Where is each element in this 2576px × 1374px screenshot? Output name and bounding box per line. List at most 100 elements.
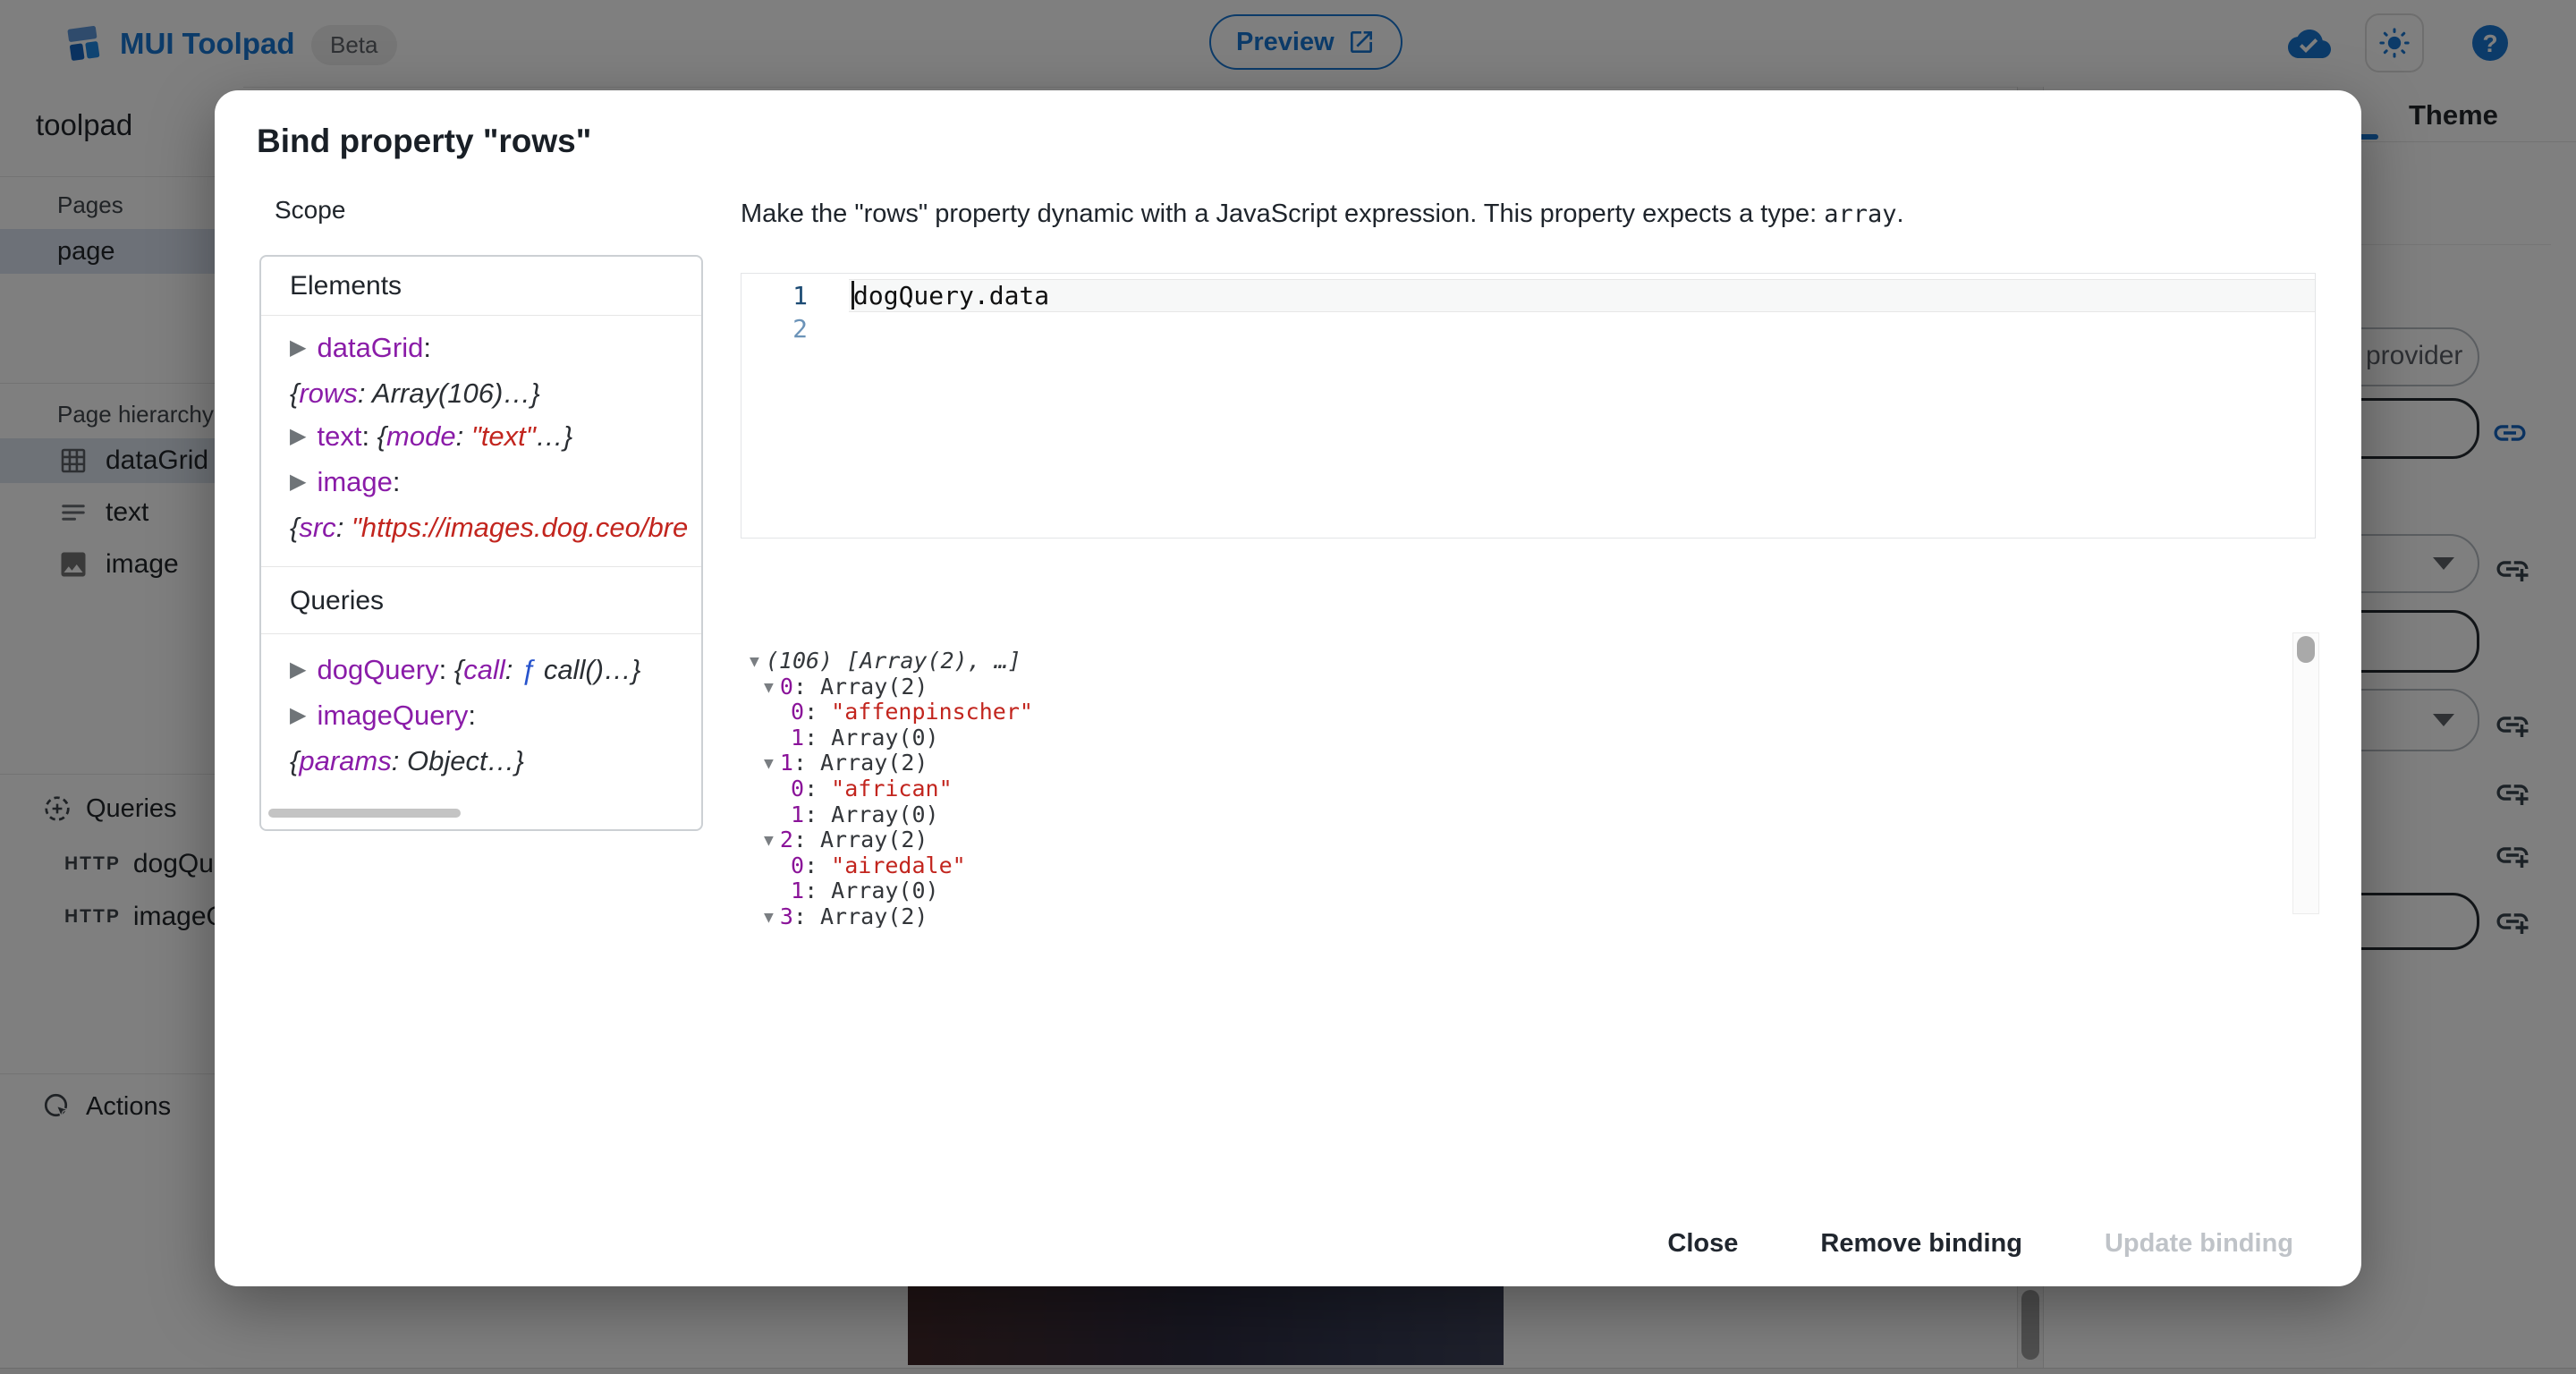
tree-text: :: [336, 512, 352, 543]
scope-tree-line[interactable]: ▶imageQuery:: [290, 694, 701, 740]
preview-tree-row[interactable]: ▼2: Array(2): [741, 827, 2292, 853]
expected-type: array: [1824, 200, 1896, 228]
preview-tree-row[interactable]: 1: Array(0): [741, 802, 2292, 828]
tree-text: src: [299, 512, 335, 543]
preview-tree-text: : Array(0): [804, 725, 939, 751]
preview-tree-text: : Array(2): [793, 903, 928, 928]
tree-text: rows: [299, 377, 357, 409]
editor-line[interactable]: 1 dogQuery.data: [741, 279, 2315, 312]
editor-line[interactable]: 2: [741, 312, 2315, 345]
preview-tree-text: "african": [831, 776, 952, 802]
preview-tree-row[interactable]: 0: "african": [741, 776, 2292, 802]
preview-tree-row[interactable]: 1: Array(0): [741, 725, 2292, 751]
toolpad-app: MUI Toolpad Beta Preview ? toolpad Pages…: [0, 0, 2576, 1374]
preview-tree-text: :: [804, 699, 831, 725]
tree-text: : Array(106)…}: [358, 377, 540, 409]
tree-text: mode: [386, 420, 456, 452]
expand-arrow-icon[interactable]: ▶: [290, 415, 306, 458]
js-expression-editor[interactable]: 1 dogQuery.data 2: [741, 273, 2316, 539]
scope-tree-line[interactable]: {rows: Array(106)…}: [290, 372, 701, 415]
preview-scrollbar-thumb[interactable]: [2297, 636, 2315, 663]
close-button[interactable]: Close: [1640, 1217, 1765, 1271]
tree-text: : Object…}: [392, 745, 524, 776]
preview-tree-text: :: [804, 852, 831, 878]
dialog-description: Make the "rows" property dynamic with a …: [741, 199, 1904, 229]
result-preview-tree: ▼(106) [Array(2), …]▼0: Array(2)0: "affe…: [741, 638, 2292, 928]
scope-tree-line[interactable]: ▶dogQuery: {call: ƒ call()…}: [290, 649, 701, 694]
editor-code[interactable]: dogQuery.data: [849, 279, 2315, 312]
tree-text: image: [317, 466, 392, 497]
tree-text: :: [456, 420, 471, 452]
preview-tree-text: 2: [780, 827, 793, 852]
preview-tree-text: : Array(2): [793, 674, 928, 700]
collapse-arrow-icon[interactable]: ▼: [764, 828, 774, 854]
tree-text: :: [468, 700, 476, 731]
preview-tree-row[interactable]: 0: "affenpinscher": [741, 700, 2292, 725]
scope-queries-header: Queries: [261, 566, 701, 634]
line-number: 2: [741, 312, 808, 345]
preview-scrollbar[interactable]: [2292, 632, 2319, 914]
update-binding-button[interactable]: Update binding: [2078, 1217, 2320, 1271]
tree-text: call()…}: [544, 654, 641, 685]
preview-tree-text: : Array(2): [793, 827, 928, 852]
preview-tree-row[interactable]: ▼0: Array(2): [741, 674, 2292, 700]
scope-queries-tree: ▶ dogQuery: { call: ƒ call()…} ▶imageQuery:…: [261, 634, 701, 813]
expand-arrow-icon[interactable]: ▶: [290, 694, 306, 737]
tree-text: dogQuery: [317, 654, 438, 685]
tree-text: :: [505, 654, 521, 685]
scope-tree-line[interactable]: ▶image:: [290, 461, 701, 506]
preview-tree-row[interactable]: ▼ 3: Array(2): [741, 904, 2292, 928]
editor-code[interactable]: [849, 312, 2315, 345]
scope-label: Scope: [275, 196, 345, 225]
scope-tree-line[interactable]: ▶ dataGrid:: [290, 327, 701, 372]
tree-text: text: [317, 420, 361, 452]
preview-tree-row[interactable]: 1: Array(0): [741, 878, 2292, 904]
preview-tree-text: 0: [780, 674, 793, 700]
scope-explorer: Elements ▶dataGrid:{rows: Array(106)…}▶t…: [259, 255, 703, 831]
editor-gutter-gap: [808, 312, 849, 345]
text-cursor: [852, 281, 854, 310]
tree-text: {: [290, 377, 299, 409]
tree-text: {: [290, 745, 299, 776]
preview-tree-text: "affenpinscher": [831, 699, 1033, 725]
bind-property-dialog: Bind property "rows" Scope Elements ▶dat…: [215, 90, 2361, 1286]
tree-text: params: [299, 745, 391, 776]
scope-tree-line[interactable]: {src: "https://images.dog.ceo/bre: [290, 506, 701, 549]
line-number: 1: [741, 279, 808, 312]
tree-text: ƒ: [521, 654, 544, 685]
tree-text: :: [423, 332, 431, 363]
preview-tree-row[interactable]: ▼(106) [Array(2), …]: [741, 649, 2292, 674]
scope-horizontal-scrollbar-thumb[interactable]: [268, 809, 461, 818]
preview-tree-row[interactable]: 0: "airedale": [741, 853, 2292, 879]
remove-binding-button[interactable]: Remove binding: [1793, 1217, 2049, 1271]
tree-text: "text": [471, 420, 536, 452]
scope-tree-line[interactable]: ▶text: {mode: "text"…}: [290, 415, 701, 461]
preview-tree-text: : Array(0): [804, 878, 939, 903]
tree-text: dataGrid: [317, 332, 423, 363]
preview-tree-text: : Array(0): [804, 802, 939, 827]
tree-text: …}: [536, 420, 572, 452]
tree-text: {: [377, 420, 386, 452]
scope-tree-line[interactable]: {params: Object…}: [290, 740, 701, 783]
tree-text: "https://images.dog.ceo/bre: [352, 512, 688, 543]
preview-tree-text: 3: [780, 903, 793, 928]
preview-tree-row[interactable]: ▼1: Array(2): [741, 751, 2292, 776]
description-text: Make the "rows" property dynamic with a …: [741, 199, 1824, 228]
collapse-arrow-icon[interactable]: ▼: [750, 649, 759, 675]
tree-text: :: [439, 654, 454, 685]
expand-arrow-icon[interactable]: ▶: [290, 649, 306, 691]
tree-text: call: [463, 654, 505, 685]
preview-tree-text: 0: [791, 699, 804, 725]
expand-arrow-icon[interactable]: ▶: [290, 461, 306, 504]
expand-arrow-icon[interactable]: ▶: [290, 327, 306, 369]
dialog-title: Bind property "rows": [257, 123, 591, 160]
description-period: .: [1896, 199, 1903, 228]
preview-tree-text: 1: [791, 802, 804, 827]
collapse-arrow-icon[interactable]: ▼: [764, 675, 774, 701]
preview-tree-text: 1: [780, 750, 793, 776]
collapse-arrow-icon[interactable]: ▼: [764, 751, 774, 777]
collapse-arrow-icon[interactable]: ▼: [764, 905, 774, 928]
preview-tree-text: 0: [791, 852, 804, 878]
editor-gutter-gap: [808, 279, 849, 312]
elements-tree: ▶dataGrid:{rows: Array(106)…}▶text: {mod…: [261, 316, 701, 566]
